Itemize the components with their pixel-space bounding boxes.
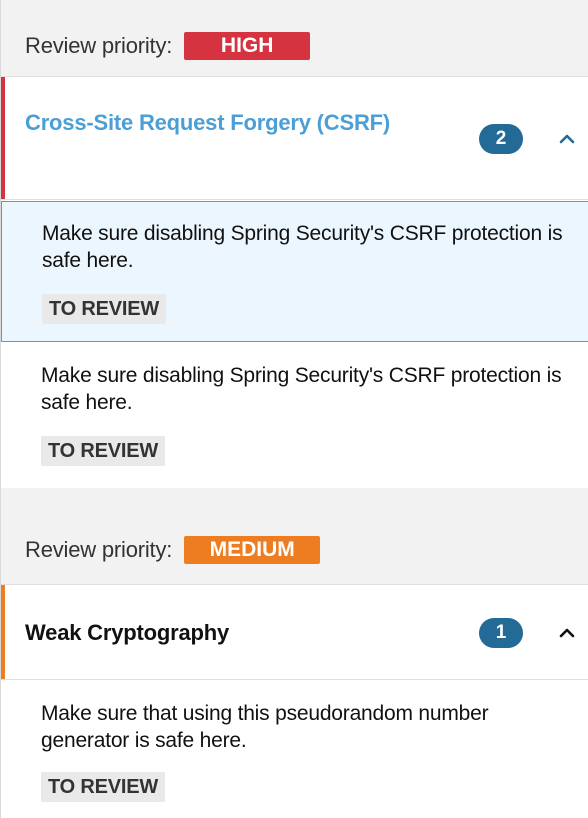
hotspot-count-badge: 1 [479,618,523,648]
chevron-up-icon[interactable] [557,623,577,643]
hotspot-count-badge: 2 [479,124,523,154]
category-header-csrf[interactable]: Cross-Site Request Forgery (CSRF) 2 [1,76,588,200]
review-priority-label: Review priority: [25,33,173,58]
category-card-csrf: Cross-Site Request Forgery (CSRF) 2 Make… [1,76,588,488]
hotspot-message[interactable]: Make sure that using this pseudorandom n… [41,700,577,754]
status-tag: TO REVIEW [41,436,166,466]
hotspot-message[interactable]: Make sure disabling Spring Security's CS… [42,220,578,274]
priority-badge-high: HIGH [184,32,311,60]
priority-badge-medium: MEDIUM [184,536,321,564]
priority-stripe-medium [1,585,5,679]
review-priority-row-high: Review priority: HIGH [1,16,588,76]
hotspots-list-panel: Review priority: HIGH Cross-Site Request… [0,0,588,818]
review-priority-label: Review priority: [25,537,173,562]
category-title-weak-cryptography[interactable]: Weak Cryptography [25,619,229,646]
hotspot-message[interactable]: Make sure disabling Spring Security's CS… [41,362,577,416]
chevron-up-icon[interactable] [557,129,577,149]
hotspot-item[interactable]: Make sure that using this pseudorandom n… [1,680,588,818]
category-title-csrf[interactable]: Cross-Site Request Forgery (CSRF) [25,109,415,136]
priority-stripe-high [1,77,5,199]
review-priority-row-medium: Review priority: MEDIUM [1,520,588,580]
hotspot-item[interactable]: Make sure disabling Spring Security's CS… [1,342,588,488]
status-tag: TO REVIEW [42,294,167,324]
hotspot-item-selected[interactable]: Make sure disabling Spring Security's CS… [1,201,588,342]
category-card-weak-cryptography: Weak Cryptography 1 Make sure that using… [1,584,588,818]
status-tag: TO REVIEW [41,772,166,802]
category-header-weak-cryptography[interactable]: Weak Cryptography 1 [1,584,588,680]
